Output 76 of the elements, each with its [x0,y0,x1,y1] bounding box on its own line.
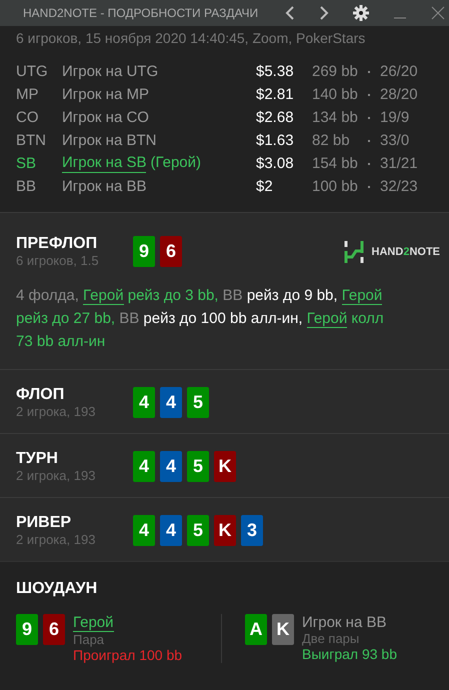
playing-card: 4 [133,451,155,482]
street-title: РИВЕР [16,514,72,532]
stack-amount: $5.38 [256,63,295,80]
logo-icon [344,240,364,262]
back-icon[interactable] [285,6,295,20]
player-position: BTN [16,132,47,149]
hero-link[interactable]: Герой [306,310,348,328]
player-name: Игрок на CO [62,109,149,126]
stack-bb: 82 bb [312,132,351,149]
close-icon[interactable] [431,6,445,20]
hand-rank: Пара [73,632,104,648]
stack-bb: 154 bb [312,155,359,172]
hero-link[interactable]: Герой [83,287,124,305]
player-stats: 26/20 [380,63,418,80]
playing-card: 5 [187,515,209,546]
player-name: Игрок на BTN [62,132,156,149]
hero-link[interactable]: Герой [342,287,382,305]
playing-card: K [272,614,294,645]
section-title: ШОУДАУН [16,580,98,598]
player-stats: 32/23 [380,178,418,195]
street-subtitle: 2 игрока, 193 [16,468,96,483]
stack-amount: $2.68 [256,109,295,126]
street-subtitle: 6 игроков, 1.5 [16,253,100,268]
player-stats: 19/9 [380,109,410,126]
stack-amount: $1.63 [256,132,295,149]
hero-tag: (Герой) [150,154,201,173]
street-subtitle: 2 игрока, 193 [16,532,96,547]
player-stats: 28/20 [380,86,418,103]
playing-card: 5 [187,387,209,418]
playing-card: 4 [160,515,182,546]
street-title: ТУРН [16,450,59,468]
playing-card: K [214,515,236,546]
stack-amount: $2.81 [256,86,295,103]
hand-rank: Две пары [302,631,360,646]
playing-card: 4 [160,451,182,482]
player-position: CO [16,109,40,126]
playing-card: 3 [241,515,263,546]
player-position: BB [16,178,38,195]
player-name: Игрок на BB [62,178,146,195]
stack-bb: 100 bb [312,178,359,195]
player-position: SB [16,155,38,172]
stack-bb: 140 bb [312,86,359,103]
playing-card: 9 [133,236,155,267]
playing-card: 4 [160,387,182,418]
stack-amount: $2 [256,178,274,195]
window-title: HAND2NOTE - ПОДРОБНОСТИ РАЗДАЧИ [23,6,260,20]
player-position: MP [16,86,40,103]
player-name: Игрок на MP [62,86,149,103]
playing-card: 9 [16,614,38,645]
stack-amount: $3.08 [256,155,295,172]
player-name: Игрок на BB [302,614,386,631]
result-text: Выиграл 93 bb [302,646,397,662]
forward-icon[interactable] [319,6,329,20]
action-text: 4 фолда, Герой рейз до 3 bb, BB рейз до 9 bb, Герой рейз до 27 bb, BB рейз до 100 bb алл-ин, Герой колл 73 bb алл-ин [16,286,385,352]
playing-card: K [214,451,236,482]
player-stats: 31/21 [380,155,418,172]
player-name[interactable]: Игрок на SB [62,154,146,173]
stack-bb: 134 bb [312,109,359,126]
player-name: Игрок на UTG [62,63,158,80]
playing-card: 6 [160,236,182,267]
hand-info: 6 игроков, 15 ноября 2020 14:40:45, Zoom, PokerStars [16,30,366,46]
player-name[interactable]: Герой [73,614,114,632]
street-subtitle: 2 игрока, 193 [16,404,96,419]
playing-card: 6 [43,614,65,645]
street-title: ПРЕФЛОП [16,235,98,253]
logo-text: HAND2NOTE [372,246,440,258]
player-position: UTG [16,63,49,80]
playing-card: 4 [133,515,155,546]
settings-icon[interactable] [353,5,369,21]
playing-card: A [245,614,267,645]
result-text: Проиграл 100 bb [73,647,182,664]
street-title: ФЛОП [16,386,66,404]
playing-card: 5 [187,451,209,482]
playing-card: 4 [133,387,155,418]
player-stats: 33/0 [380,132,410,149]
stack-bb: 269 bb [312,63,359,80]
